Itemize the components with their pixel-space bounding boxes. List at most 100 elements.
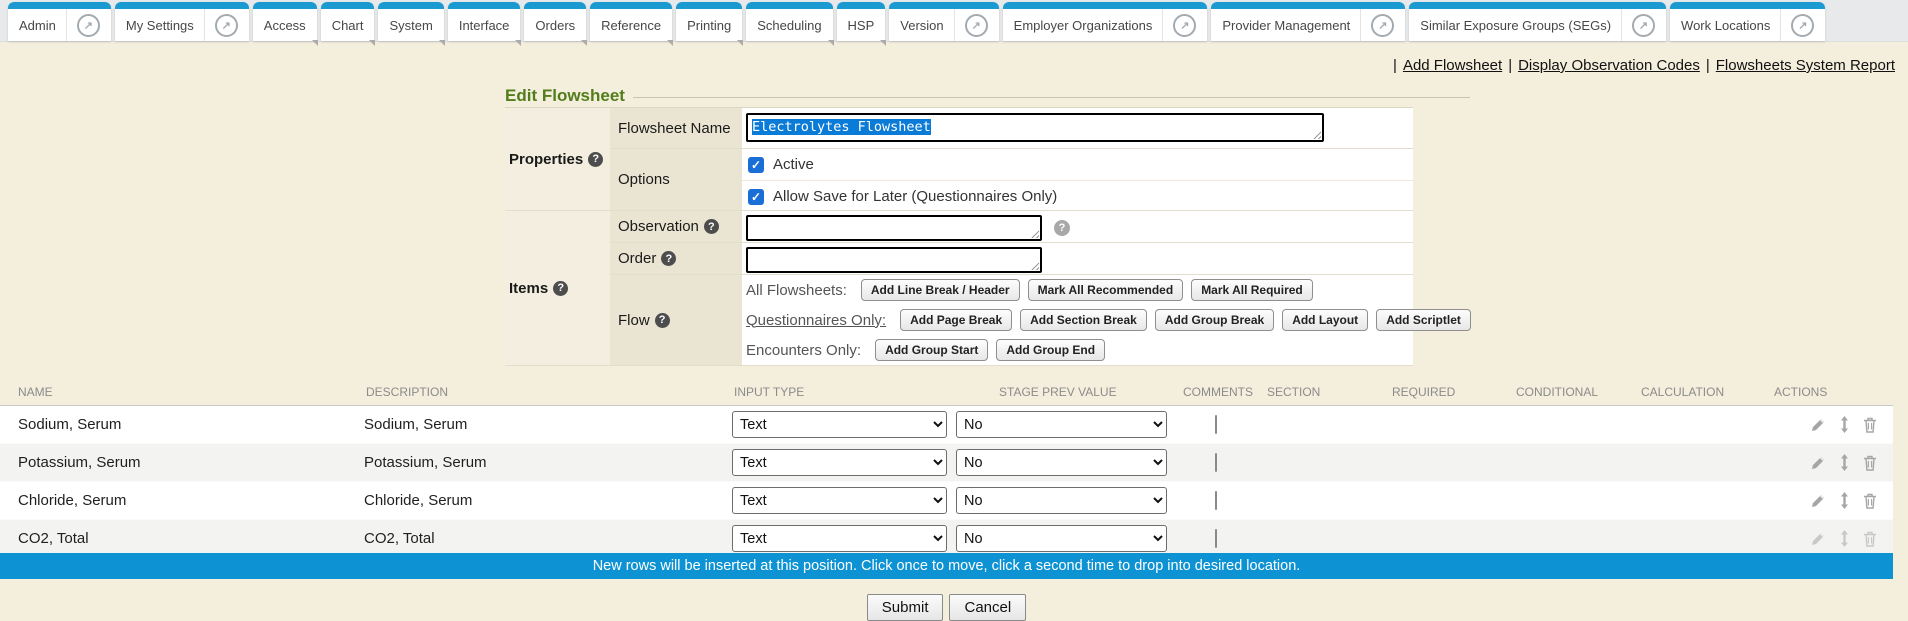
stage-prev-value-select[interactable]: No	[956, 411, 1167, 438]
column-header-name: NAME	[0, 385, 364, 399]
flow-help-icon[interactable]: ?	[655, 313, 670, 328]
comments-checkbox[interactable]	[1215, 453, 1217, 472]
external-link-icon[interactable]: ↗	[1371, 14, 1394, 37]
tab-label: Printing	[687, 18, 731, 33]
comments-checkbox[interactable]	[1215, 529, 1217, 548]
external-link-icon[interactable]: ↗	[215, 14, 238, 37]
edit-row-icon[interactable]	[1810, 455, 1826, 471]
move-row-icon[interactable]	[1840, 454, 1849, 471]
comments-checkbox[interactable]	[1215, 491, 1217, 510]
add-line-break-header-button[interactable]: Add Line Break / Header	[861, 279, 1020, 301]
table-body: Sodium, SerumSodium, SerumTextNoPotassiu…	[0, 406, 1893, 558]
add-section-break-button[interactable]: Add Section Break	[1020, 309, 1147, 331]
nav-tab-admin[interactable]: Admin↗	[8, 2, 111, 41]
nav-tab-hsp[interactable]: HSP	[837, 2, 886, 41]
quick-link-display-observation-codes[interactable]: Display Observation Codes	[1518, 57, 1700, 74]
nav-tab-employer-organizations[interactable]: Employer Organizations↗	[1003, 2, 1208, 41]
nav-tab-printing[interactable]: Printing	[676, 2, 742, 41]
delete-row-icon[interactable]	[1863, 531, 1877, 547]
input-type-select[interactable]: Text	[732, 487, 947, 514]
submit-button[interactable]: Submit	[867, 594, 944, 621]
tab-accent-strip	[1003, 2, 1208, 9]
delete-row-icon[interactable]	[1863, 493, 1877, 509]
flowsheet-name-input[interactable]: Electrolytes Flowsheet	[746, 113, 1324, 142]
nav-tab-similar-exposure-groups-segs[interactable]: Similar Exposure Groups (SEGs)↗	[1409, 2, 1666, 41]
comments-checkbox[interactable]	[1215, 415, 1217, 434]
external-link-icon[interactable]: ↗	[965, 14, 988, 37]
nav-tab-work-locations[interactable]: Work Locations↗	[1670, 2, 1825, 41]
nav-tab-version[interactable]: Version↗	[889, 2, 998, 41]
edit-row-icon[interactable]	[1810, 493, 1826, 509]
observation-input[interactable]	[746, 215, 1042, 241]
items-help-icon[interactable]: ?	[553, 281, 568, 296]
row-actions	[1772, 492, 1893, 509]
add-page-break-button[interactable]: Add Page Break	[900, 309, 1012, 331]
stage-prev-value-select[interactable]: No	[956, 487, 1167, 514]
external-link-icon[interactable]: ↗	[1632, 14, 1655, 37]
add-group-start-button[interactable]: Add Group Start	[875, 339, 988, 361]
stage-prev-value-select[interactable]: No	[956, 449, 1167, 476]
external-link-section: ↗	[204, 9, 238, 41]
quick-link-add-flowsheet[interactable]: Add Flowsheet	[1403, 57, 1502, 74]
add-group-break-button[interactable]: Add Group Break	[1155, 309, 1274, 331]
external-link-icon[interactable]: ↗	[77, 14, 100, 37]
tab-accent-strip	[524, 2, 586, 9]
allow-save-checkbox[interactable]: ✓	[748, 189, 764, 205]
cell-description: Potassium, Serum	[364, 454, 732, 471]
nav-tab-reference[interactable]: Reference	[590, 2, 672, 41]
resize-grip-icon[interactable]	[1031, 262, 1039, 270]
input-type-select[interactable]: Text	[732, 449, 947, 476]
nav-tab-provider-management[interactable]: Provider Management↗	[1211, 2, 1405, 41]
nav-tab-scheduling[interactable]: Scheduling	[746, 2, 832, 41]
external-link-icon[interactable]: ↗	[1791, 14, 1814, 37]
nav-tab-orders[interactable]: Orders	[524, 2, 586, 41]
resize-grip-icon[interactable]	[1313, 131, 1321, 139]
delete-row-icon[interactable]	[1863, 417, 1877, 433]
insert-position-bar[interactable]: New rows will be inserted at this positi…	[0, 553, 1893, 579]
tab-label: My Settings	[126, 18, 194, 33]
nav-tab-my-settings[interactable]: My Settings ↗	[115, 2, 249, 41]
cancel-button[interactable]: Cancel	[949, 594, 1026, 621]
nav-tab-interface[interactable]: Interface	[448, 2, 521, 41]
nav-tab-access[interactable]: Access	[253, 2, 317, 41]
tab-accent-strip	[321, 2, 375, 9]
column-header-required: REQUIRED	[1390, 385, 1514, 399]
external-link-section: ↗	[1162, 9, 1196, 41]
mark-all-required-button[interactable]: Mark All Required	[1191, 279, 1313, 301]
column-header-actions: ACTIONS	[1772, 385, 1893, 399]
add-layout-button[interactable]: Add Layout	[1282, 309, 1368, 331]
move-row-icon[interactable]	[1840, 416, 1849, 433]
cell-input-type: Text	[732, 449, 956, 476]
tab-accent-strip	[590, 2, 672, 9]
observation-field-help-icon[interactable]: ?	[1054, 220, 1070, 236]
move-row-icon[interactable]	[1840, 492, 1849, 509]
input-type-select[interactable]: Text	[732, 411, 947, 438]
external-link-icon[interactable]: ↗	[1173, 14, 1196, 37]
cell-stage-prev-value: No	[956, 411, 1177, 438]
form-footer: Submit Cancel	[0, 594, 1893, 621]
edit-row-icon[interactable]	[1810, 417, 1826, 433]
active-checkbox[interactable]: ✓	[748, 157, 764, 173]
add-scriptlet-button[interactable]: Add Scriptlet	[1376, 309, 1471, 331]
tab-accent-strip	[837, 2, 886, 9]
order-input[interactable]	[746, 247, 1042, 273]
resize-grip-icon[interactable]	[1031, 230, 1039, 238]
nav-tab-system[interactable]: System	[378, 2, 443, 41]
quick-link-flowsheets-system-report[interactable]: Flowsheets System Report	[1716, 57, 1895, 74]
order-help-icon[interactable]: ?	[661, 251, 676, 266]
observation-cell: ?	[742, 211, 1413, 243]
edit-row-icon[interactable]	[1810, 531, 1826, 547]
move-row-icon[interactable]	[1840, 530, 1849, 547]
external-link-section: ↗	[954, 9, 988, 41]
add-group-end-button[interactable]: Add Group End	[996, 339, 1105, 361]
observation-help-icon[interactable]: ?	[704, 219, 719, 234]
input-type-select[interactable]: Text	[732, 525, 947, 552]
column-header-conditional: CONDITIONAL	[1514, 385, 1639, 399]
nav-tab-chart[interactable]: Chart	[321, 2, 375, 41]
column-header-section: SECTION	[1265, 385, 1390, 399]
delete-row-icon[interactable]	[1863, 455, 1877, 471]
mark-all-recommended-button[interactable]: Mark All Recommended	[1028, 279, 1184, 301]
stage-prev-value-select[interactable]: No	[956, 525, 1167, 552]
properties-help-icon[interactable]: ?	[588, 152, 603, 167]
table-header-row: NAMEDESCRIPTIONINPUT TYPESTAGE PREV VALU…	[0, 378, 1893, 406]
